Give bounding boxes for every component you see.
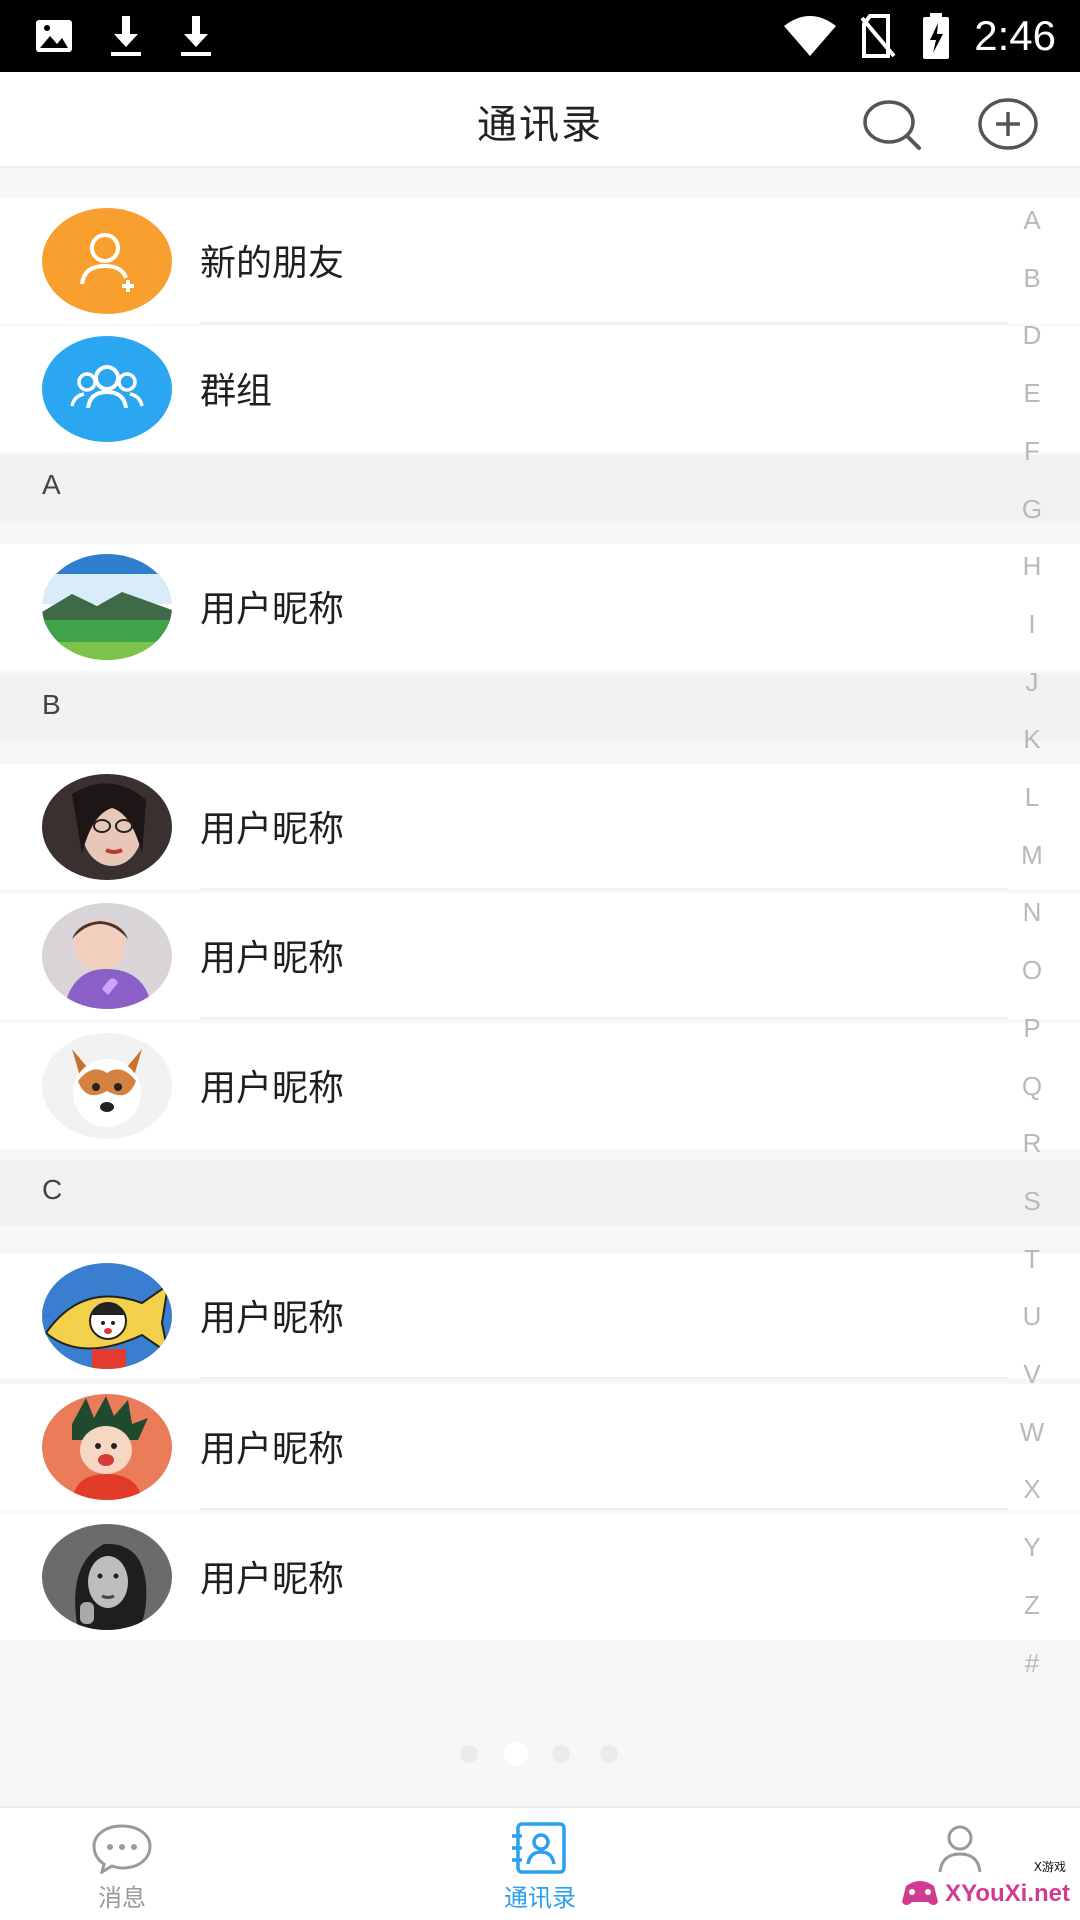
index-letter[interactable]: R (984, 1128, 1080, 1159)
divider (200, 1508, 1008, 1510)
index-letter[interactable]: Z (984, 1590, 1080, 1621)
index-letter[interactable]: G (984, 494, 1080, 525)
new-friends-item[interactable]: 新的朋友 (0, 198, 1080, 324)
contact-name: 用户昵称 (200, 938, 345, 979)
index-letter[interactable]: F (984, 436, 1080, 467)
index-letter[interactable]: J (984, 667, 1080, 698)
tab-contacts-label: 通讯录 (504, 1884, 576, 1912)
section-header-b: B (0, 675, 1080, 741)
index-letter[interactable]: P (984, 1013, 1080, 1044)
contact-item[interactable]: 用户昵称 (0, 544, 1080, 670)
tab-messages-label: 消息 (98, 1884, 146, 1912)
download-icon (176, 14, 216, 58)
index-letter[interactable]: D (984, 320, 1080, 351)
watermark-small-text: X游戏 (1033, 1860, 1066, 1874)
battery-charging-icon (918, 13, 954, 59)
add-button[interactable] (976, 92, 1040, 156)
chat-bubble-icon (92, 1824, 152, 1874)
download-icon (106, 14, 146, 58)
page-dot (600, 1745, 618, 1763)
index-letter[interactable]: # (984, 1648, 1080, 1679)
index-letter[interactable]: T (984, 1244, 1080, 1275)
watermark-text: XYouXi.net (945, 1880, 1070, 1907)
new-friends-label: 新的朋友 (200, 243, 345, 284)
contact-item[interactable]: 用户昵称 (0, 1384, 1080, 1510)
index-letter[interactable]: E (984, 378, 1080, 409)
contact-name: 用户昵称 (200, 1429, 345, 1470)
add-friend-icon (42, 208, 172, 314)
group-icon (42, 336, 172, 442)
status-bar: 2:46 (0, 0, 1080, 72)
wifi-icon (782, 14, 838, 58)
avatar (42, 903, 172, 1009)
search-icon (863, 100, 921, 150)
watermark-logo: X游戏 XYouXi.net (900, 1858, 1070, 1918)
contact-item[interactable]: 用户昵称 (0, 764, 1080, 890)
index-letter[interactable]: H (984, 551, 1080, 582)
add-circle-icon (978, 98, 1038, 150)
index-letter[interactable]: Y (984, 1532, 1080, 1563)
contact-item[interactable]: 用户昵称 (0, 893, 1080, 1019)
divider (200, 1017, 1008, 1019)
index-letter[interactable]: M (984, 840, 1080, 871)
groups-label: 群组 (200, 371, 273, 412)
divider (200, 1377, 1008, 1379)
image-icon (34, 14, 74, 58)
index-letter[interactable]: N (984, 897, 1080, 928)
index-letter[interactable]: I (984, 609, 1080, 640)
index-letter[interactable]: O (984, 955, 1080, 986)
contact-item[interactable]: 用户昵称 (0, 1514, 1080, 1640)
contact-item[interactable]: 用户昵称 (0, 1253, 1080, 1379)
section-header-a: A (0, 455, 1080, 521)
section-letter: C (42, 1174, 63, 1205)
index-letter[interactable]: A (984, 205, 1080, 236)
contact-name: 用户昵称 (200, 1298, 345, 1339)
page-dot-active (504, 1742, 528, 1766)
status-time: 2:46 (974, 12, 1056, 59)
app-header: 通讯录 (0, 72, 1080, 168)
page-dot (552, 1745, 570, 1763)
contact-name: 用户昵称 (200, 1559, 345, 1600)
divider (200, 322, 1008, 324)
index-letter[interactable]: B (984, 263, 1080, 294)
index-letter[interactable]: W (984, 1417, 1080, 1448)
tab-contacts[interactable]: 通讯录 (460, 1816, 620, 1916)
avatar (42, 554, 172, 660)
page-dot (460, 1745, 478, 1763)
index-letter[interactable]: U (984, 1301, 1080, 1332)
section-letter: A (42, 469, 61, 500)
avatar (42, 1263, 172, 1369)
contact-name: 用户昵称 (200, 809, 345, 850)
avatar (42, 774, 172, 880)
gamepad-logo-icon (902, 1881, 938, 1905)
avatar (42, 1524, 172, 1630)
contact-item[interactable]: 用户昵称 (0, 1023, 1080, 1149)
avatar (42, 1394, 172, 1500)
section-header-c: C (0, 1160, 1080, 1226)
index-letter[interactable]: K (984, 724, 1080, 755)
divider (200, 888, 1008, 890)
index-letter[interactable]: S (984, 1186, 1080, 1217)
contact-name: 用户昵称 (200, 1068, 345, 1109)
index-letter[interactable]: X (984, 1474, 1080, 1505)
page-indicator (0, 1742, 1080, 1769)
search-button[interactable] (860, 92, 924, 156)
index-letter[interactable]: V (984, 1359, 1080, 1390)
groups-item[interactable]: 群组 (0, 326, 1080, 452)
no-sim-icon (858, 14, 898, 58)
avatar (42, 1033, 172, 1139)
tab-messages[interactable]: 消息 (42, 1816, 202, 1916)
index-letter[interactable]: L (984, 782, 1080, 813)
contact-name: 用户昵称 (200, 589, 345, 630)
contacts-book-icon (512, 1822, 566, 1874)
section-letter: B (42, 689, 61, 720)
index-letter[interactable]: Q (984, 1071, 1080, 1102)
